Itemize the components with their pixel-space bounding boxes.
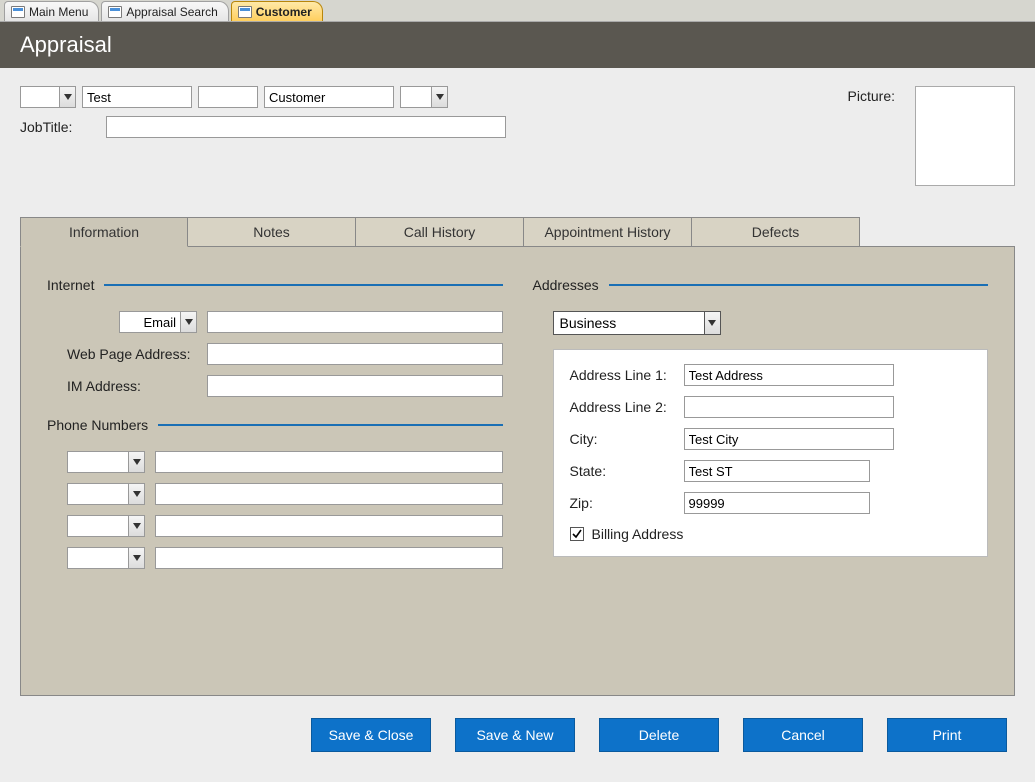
print-button[interactable]: Print: [887, 718, 1007, 752]
chevron-down-icon[interactable]: [59, 87, 75, 107]
phone-type-combo[interactable]: [67, 547, 145, 569]
phone-type-combo[interactable]: [67, 483, 145, 505]
tab-label: Main Menu: [29, 5, 88, 19]
suffix-input[interactable]: [401, 87, 431, 107]
tab-customer[interactable]: Customer: [231, 1, 323, 21]
action-buttons: Save & Close Save & New Delete Cancel Pr…: [20, 718, 1007, 752]
chevron-down-icon[interactable]: [128, 452, 144, 472]
save-new-button[interactable]: Save & New: [455, 718, 575, 752]
address-type-combo[interactable]: [553, 311, 721, 335]
chevron-down-icon[interactable]: [180, 312, 196, 332]
city-input[interactable]: [684, 428, 894, 450]
form-tabstrip: Information Notes Call History Appointme…: [20, 216, 1015, 246]
legend-divider: [609, 284, 988, 286]
phone-number-input[interactable]: [155, 451, 503, 473]
first-name-input[interactable]: [82, 86, 192, 108]
billing-label: Billing Address: [592, 526, 684, 542]
legend-divider: [158, 424, 502, 426]
middle-input[interactable]: [198, 86, 258, 108]
tab-appointment-history[interactable]: Appointment History: [524, 217, 692, 247]
email-type-combo[interactable]: [119, 311, 197, 333]
email-type-input[interactable]: [120, 312, 180, 332]
chevron-down-icon[interactable]: [128, 548, 144, 568]
chevron-down-icon[interactable]: [704, 312, 720, 334]
picture-label: Picture:: [848, 86, 895, 104]
tab-notes[interactable]: Notes: [188, 217, 356, 247]
state-input[interactable]: [684, 460, 870, 482]
phone-type-input[interactable]: [68, 452, 128, 472]
picture-box[interactable]: [915, 86, 1015, 186]
tab-label: Appraisal Search: [126, 5, 217, 19]
zip-label: Zip:: [570, 495, 674, 511]
city-label: City:: [570, 431, 674, 447]
internet-legend: Internet: [47, 277, 94, 293]
address-line1-input[interactable]: [684, 364, 894, 386]
phone-number-input[interactable]: [155, 483, 503, 505]
phone-type-input[interactable]: [68, 516, 128, 536]
window-tabs: Main Menu Appraisal Search Customer: [0, 0, 1035, 22]
form-icon: [108, 6, 122, 18]
zip-input[interactable]: [684, 492, 870, 514]
page-title: Appraisal: [0, 22, 1035, 68]
address-card: Address Line 1: Address Line 2: City: St…: [553, 349, 989, 557]
phone-number-input[interactable]: [155, 515, 503, 537]
last-name-input[interactable]: [264, 86, 394, 108]
prefix-combo[interactable]: [20, 86, 76, 108]
chevron-down-icon[interactable]: [128, 484, 144, 504]
billing-checkbox[interactable]: [570, 527, 584, 541]
tab-information[interactable]: Information: [20, 217, 188, 247]
tab-main-menu[interactable]: Main Menu: [4, 1, 99, 21]
cancel-button[interactable]: Cancel: [743, 718, 863, 752]
addresses-legend: Addresses: [533, 277, 599, 293]
chevron-down-icon[interactable]: [128, 516, 144, 536]
webpage-input[interactable]: [207, 343, 503, 365]
address-type-input[interactable]: [554, 312, 704, 334]
email-input[interactable]: [207, 311, 503, 333]
form-icon: [11, 6, 25, 18]
tab-label: Customer: [256, 5, 312, 19]
save-close-button[interactable]: Save & Close: [311, 718, 431, 752]
form-icon: [238, 6, 252, 18]
form-canvas: JobTitle: Picture: Information Notes Cal…: [0, 68, 1035, 782]
legend-divider: [104, 284, 502, 286]
address-line2-label: Address Line 2:: [570, 399, 674, 415]
suffix-combo[interactable]: [400, 86, 448, 108]
delete-button[interactable]: Delete: [599, 718, 719, 752]
phones-legend: Phone Numbers: [47, 417, 148, 433]
tab-panel-information: Internet Web Page Address:: [20, 246, 1015, 696]
tab-call-history[interactable]: Call History: [356, 217, 524, 247]
phone-type-combo[interactable]: [67, 451, 145, 473]
webpage-label: Web Page Address:: [67, 346, 197, 362]
jobtitle-label: JobTitle:: [20, 119, 100, 135]
state-label: State:: [570, 463, 674, 479]
phone-type-combo[interactable]: [67, 515, 145, 537]
address-line2-input[interactable]: [684, 396, 894, 418]
chevron-down-icon[interactable]: [431, 87, 447, 107]
tab-appraisal-search[interactable]: Appraisal Search: [101, 1, 228, 21]
im-input[interactable]: [207, 375, 503, 397]
phone-number-input[interactable]: [155, 547, 503, 569]
address-line1-label: Address Line 1:: [570, 367, 674, 383]
phone-type-input[interactable]: [68, 484, 128, 504]
prefix-input[interactable]: [21, 87, 59, 107]
phone-type-input[interactable]: [68, 548, 128, 568]
im-label: IM Address:: [67, 378, 197, 394]
jobtitle-input[interactable]: [106, 116, 506, 138]
tab-defects[interactable]: Defects: [692, 217, 860, 247]
